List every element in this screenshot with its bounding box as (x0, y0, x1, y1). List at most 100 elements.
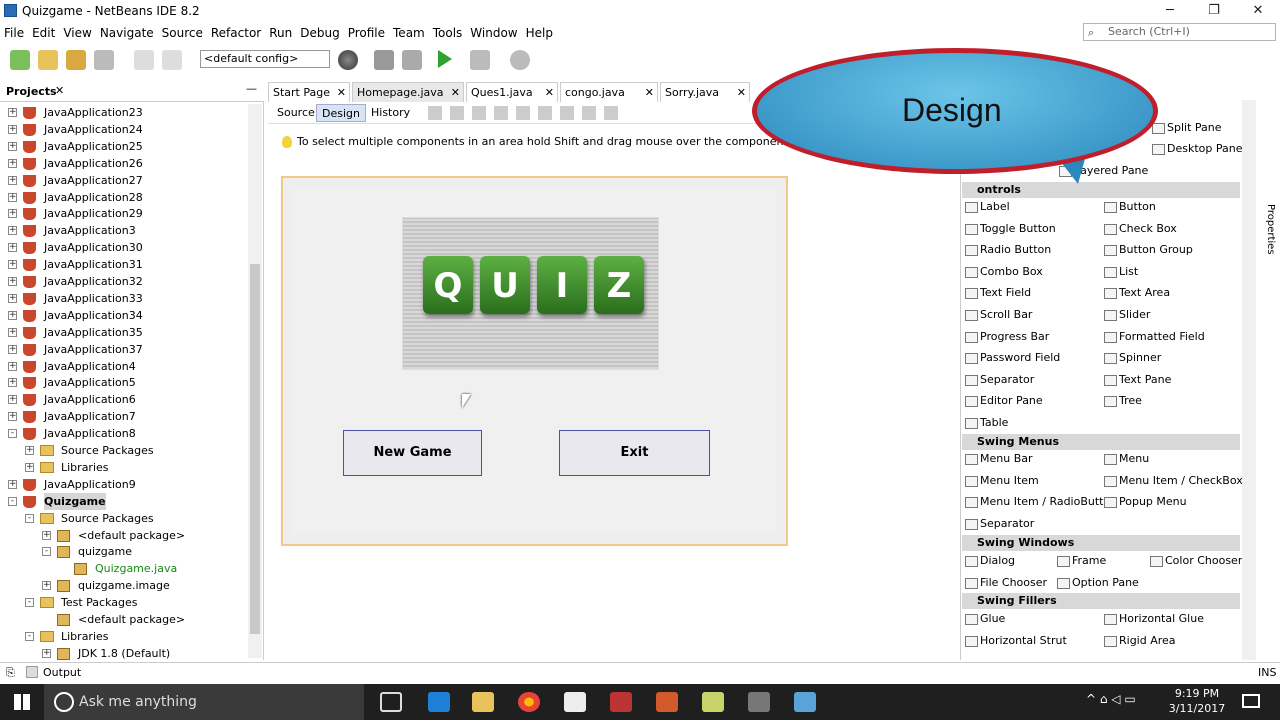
palette-item-combo-box[interactable]: Combo Box (963, 264, 1043, 279)
netbeans-taskbar-icon[interactable] (794, 692, 816, 712)
palette-item-popup-menu[interactable]: Popup Menu (1102, 494, 1187, 509)
tree-item[interactable]: Source Packages (61, 442, 154, 459)
menu-refactor[interactable]: Refactor (207, 24, 265, 42)
tab-ques1-java[interactable]: Ques1.java ✕ (466, 82, 558, 102)
save-all-icon[interactable] (94, 50, 114, 70)
tree-expander[interactable]: + (8, 175, 17, 185)
menu-run[interactable]: Run (265, 24, 296, 42)
minimize-panel-icon[interactable]: — (246, 82, 257, 95)
align-tool-icon[interactable] (560, 106, 574, 120)
tree-expander[interactable]: + (8, 395, 17, 405)
clean-build-icon[interactable] (402, 50, 422, 70)
tree-item[interactable]: JavaApplication9 (44, 476, 136, 493)
close-button[interactable]: ✕ (1236, 0, 1280, 22)
menu-file[interactable]: File (0, 24, 28, 42)
swing-fillers-header[interactable]: Swing Fillers (962, 593, 1240, 609)
palette-item-text-pane[interactable]: Text Pane (1102, 372, 1171, 387)
palette-item-list[interactable]: List (1102, 264, 1138, 279)
palette-item-color-chooser[interactable]: Color Chooser (1148, 553, 1242, 568)
notifications-icon[interactable] (1242, 694, 1260, 708)
maximize-button[interactable]: ❐ (1192, 0, 1236, 22)
open-project-icon[interactable] (66, 50, 86, 70)
tree-expander[interactable]: + (8, 378, 17, 388)
exit-button[interactable]: Exit (559, 430, 710, 476)
globe-icon[interactable] (338, 50, 358, 70)
tree-item[interactable]: JavaApplication23 (44, 104, 143, 121)
subtab-source[interactable]: Source (272, 104, 320, 122)
align-tool-icon[interactable] (516, 106, 530, 120)
tab-sorry-java[interactable]: Sorry.java ✕ (660, 82, 750, 102)
tree-expander[interactable]: + (42, 648, 51, 658)
tab-congo-java[interactable]: congo.java ✕ (560, 82, 658, 102)
palette-item-scroll-bar[interactable]: Scroll Bar (963, 307, 1032, 322)
menu-navigate[interactable]: Navigate (96, 24, 158, 42)
close-tab-icon[interactable]: ✕ (451, 83, 460, 103)
menu-team[interactable]: Team (389, 24, 429, 42)
close-tab-icon[interactable]: ✕ (645, 83, 654, 103)
close-tab-icon[interactable]: ✕ (737, 83, 746, 103)
tree-expander[interactable]: - (25, 598, 34, 608)
tree-item[interactable]: JavaApplication27 (44, 172, 143, 189)
tree-item[interactable]: JavaApplication30 (44, 239, 143, 256)
tree-item[interactable]: JavaApplication29 (44, 205, 143, 222)
file-explorer-icon[interactable] (472, 692, 494, 712)
palette-item-radio-button[interactable]: Radio Button (963, 242, 1051, 257)
swing-controls-header[interactable]: ontrols (962, 182, 1240, 198)
palette-item-toggle-button[interactable]: Toggle Button (963, 221, 1056, 236)
tree-expander[interactable]: + (8, 243, 17, 253)
tree-item[interactable]: JavaApplication3 (44, 222, 136, 239)
tree-item[interactable]: quizgame.image (78, 577, 170, 594)
tree-expander[interactable]: + (8, 293, 17, 303)
scrollbar-thumb[interactable] (250, 264, 260, 634)
tree-item[interactable]: <default package> (78, 527, 185, 544)
menu-help[interactable]: Help (522, 24, 557, 42)
palette-item-button-group[interactable]: Button Group (1102, 242, 1193, 257)
chrome-icon[interactable] (518, 692, 540, 712)
palette-item-label[interactable]: Label (963, 199, 1010, 214)
tree-item[interactable]: JavaApplication24 (44, 121, 143, 138)
menu-profile[interactable]: Profile (344, 24, 389, 42)
tree-item[interactable]: JavaApplication28 (44, 189, 143, 206)
tree-expander[interactable]: + (8, 141, 17, 151)
tree-expander[interactable]: + (8, 192, 17, 202)
palette-item-slider[interactable]: Slider (1102, 307, 1150, 322)
tree-expander[interactable]: + (8, 479, 17, 489)
tree-expander[interactable]: + (42, 581, 51, 591)
tree-expander[interactable]: - (42, 547, 51, 557)
tree-item[interactable]: JDK 1.8 (Default) (78, 645, 170, 660)
palette-item-separator[interactable]: Separator (963, 516, 1034, 531)
cortana-search[interactable]: Ask me anything (44, 684, 364, 720)
clock[interactable]: 9:19 PM 3/11/2017 (1164, 686, 1230, 718)
tree-item[interactable]: JavaApplication8 (44, 425, 136, 442)
tree-item[interactable]: Libraries (61, 628, 109, 645)
close-tab-icon[interactable]: ✕ (337, 83, 346, 103)
tab-start-page[interactable]: Start Page ✕ (268, 82, 350, 102)
palette-item-button[interactable]: Button (1102, 199, 1156, 214)
menu-edit[interactable]: Edit (28, 24, 59, 42)
palette-item-separator[interactable]: Separator (963, 372, 1034, 387)
palette-item-password-field[interactable]: Password Field (963, 350, 1060, 365)
tree-expander[interactable]: + (8, 260, 17, 270)
tree-item[interactable]: <default package> (78, 611, 185, 628)
palette-item-dialog[interactable]: Dialog (963, 553, 1015, 568)
powerpoint-icon[interactable] (656, 692, 678, 712)
tree-expander[interactable]: + (8, 124, 17, 134)
task-view-icon[interactable] (380, 692, 402, 712)
tree-expander[interactable]: + (8, 209, 17, 219)
tree-item[interactable]: Quizgame.java (95, 560, 177, 577)
tree-expander[interactable]: - (8, 429, 17, 439)
new-project-icon[interactable] (38, 50, 58, 70)
tree-expander[interactable]: - (25, 631, 34, 641)
tree-expander[interactable]: + (8, 310, 17, 320)
tree-expander[interactable]: + (8, 158, 17, 168)
close-tab-icon[interactable]: ✕ (545, 83, 554, 103)
subtab-history[interactable]: History (366, 104, 415, 122)
palette-item-file-chooser[interactable]: File Chooser (963, 575, 1047, 590)
tray-icons[interactable]: ^ ⌂ ◁ ▭ (1086, 692, 1136, 706)
new-game-button[interactable]: New Game (343, 430, 482, 476)
properties-side-tab[interactable]: Properties (1262, 82, 1280, 660)
align-tool-icon[interactable] (582, 106, 596, 120)
new-file-icon[interactable] (10, 50, 30, 70)
tree-expander[interactable]: + (8, 277, 17, 286)
tree-expander[interactable]: + (8, 108, 17, 117)
